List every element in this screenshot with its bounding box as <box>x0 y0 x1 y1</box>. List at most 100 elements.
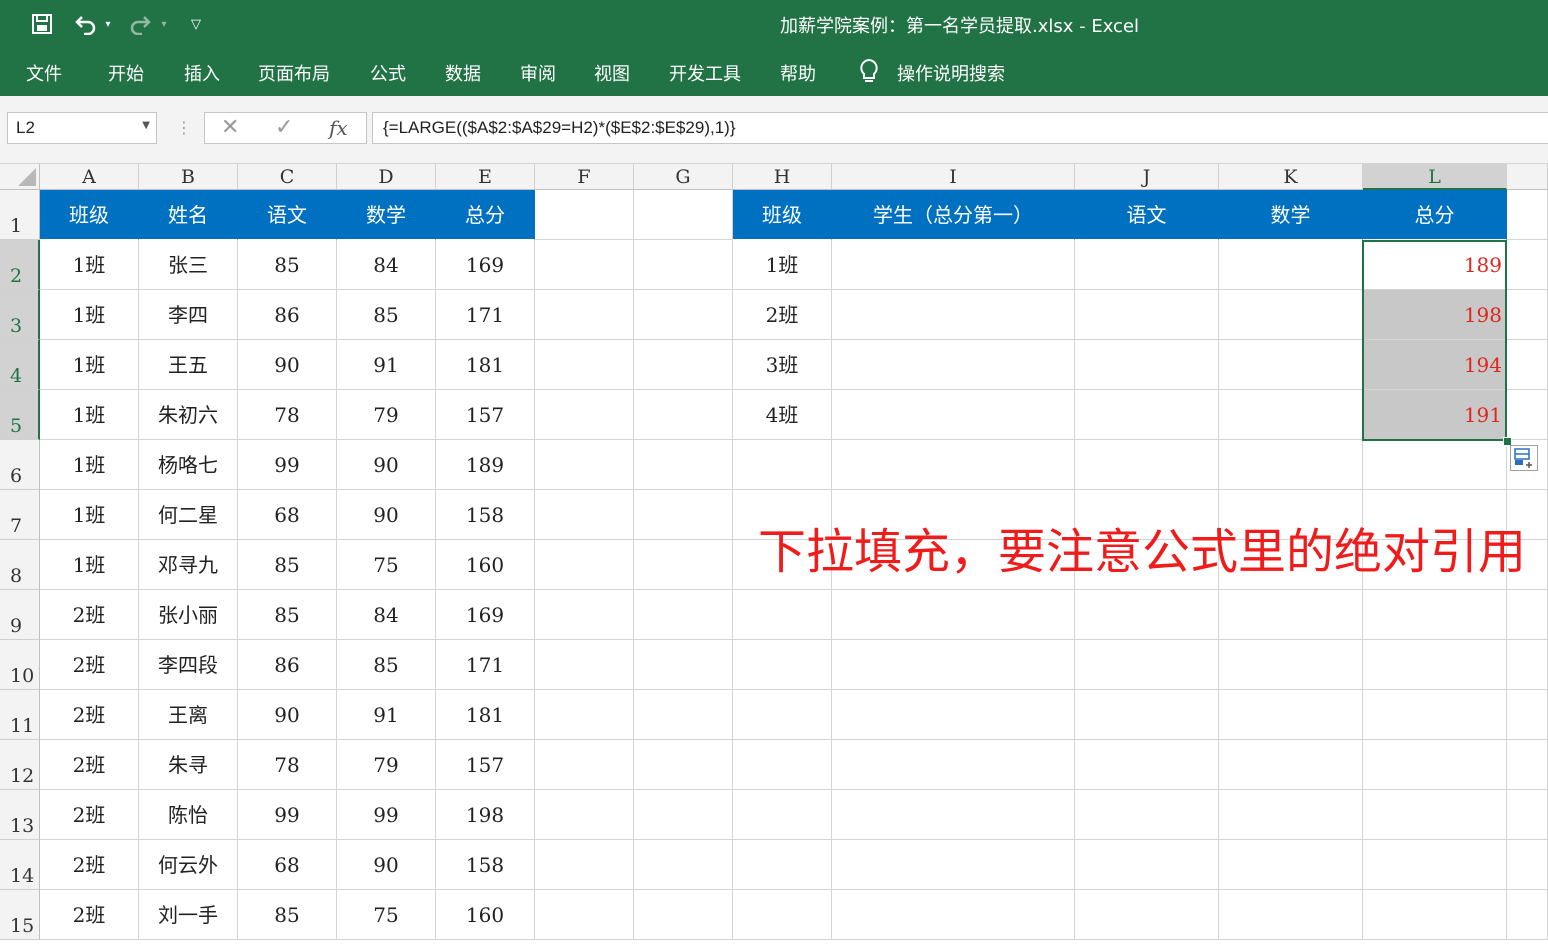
tab-formulas[interactable]: 公式 <box>370 60 406 86</box>
cell[interactable] <box>1507 590 1548 640</box>
cell[interactable]: 85 <box>238 590 337 640</box>
cell[interactable]: 朱初六 <box>139 390 238 440</box>
cell[interactable] <box>832 240 1075 290</box>
cell[interactable]: 79 <box>337 390 436 440</box>
cell[interactable]: 朱寻 <box>139 740 238 790</box>
column-header-j[interactable]: J <box>1075 164 1219 190</box>
cell[interactable] <box>634 440 733 490</box>
cell[interactable]: 90 <box>238 690 337 740</box>
cell[interactable] <box>535 640 634 690</box>
cancel-icon[interactable]: ✕ <box>221 115 239 140</box>
cell[interactable] <box>1075 640 1219 690</box>
cell[interactable]: 张三 <box>139 240 238 290</box>
select-all-button[interactable] <box>0 164 40 190</box>
cell[interactable]: 2班 <box>40 690 139 740</box>
cell[interactable] <box>1219 390 1363 440</box>
cell[interactable] <box>832 790 1075 840</box>
cell[interactable]: 3班 <box>733 340 832 390</box>
cell[interactable] <box>733 890 832 940</box>
cell[interactable]: 90 <box>337 440 436 490</box>
cell[interactable] <box>832 890 1075 940</box>
header-cell[interactable]: 语文 <box>1075 190 1219 240</box>
cell[interactable]: 王五 <box>139 340 238 390</box>
cell[interactable] <box>634 840 733 890</box>
cell[interactable]: 90 <box>337 840 436 890</box>
cell[interactable] <box>634 640 733 690</box>
tab-data[interactable]: 数据 <box>445 60 481 86</box>
tab-developer[interactable]: 开发工具 <box>669 60 741 86</box>
cell[interactable] <box>634 490 733 540</box>
cell[interactable]: 1班 <box>40 340 139 390</box>
result-cell[interactable]: 189 <box>1363 240 1507 290</box>
cell[interactable] <box>1075 290 1219 340</box>
cell[interactable]: 99 <box>337 790 436 840</box>
cell[interactable]: 158 <box>436 840 535 890</box>
cell[interactable]: 李四 <box>139 290 238 340</box>
row-header[interactable]: 4 <box>0 340 40 390</box>
column-header-l[interactable]: L <box>1363 164 1507 190</box>
redo-dropdown-icon[interactable]: ▾ <box>156 8 172 40</box>
cell[interactable] <box>634 390 733 440</box>
column-header-b[interactable]: B <box>139 164 238 190</box>
cell[interactable] <box>733 640 832 690</box>
cell[interactable]: 1班 <box>733 240 832 290</box>
cell[interactable]: 2班 <box>40 790 139 840</box>
cell[interactable] <box>1075 340 1219 390</box>
cell[interactable]: 1班 <box>40 540 139 590</box>
cell[interactable] <box>1075 840 1219 890</box>
cell[interactable] <box>535 590 634 640</box>
row-header[interactable]: 15 <box>0 890 40 940</box>
cell[interactable]: 68 <box>238 490 337 540</box>
header-cell[interactable]: 姓名 <box>139 190 238 240</box>
cell[interactable] <box>1075 390 1219 440</box>
cell[interactable] <box>832 590 1075 640</box>
column-header-i[interactable]: I <box>832 164 1075 190</box>
cell[interactable] <box>1075 440 1219 490</box>
cell[interactable] <box>832 340 1075 390</box>
splitter-dots-icon[interactable]: ⋮ <box>176 118 192 137</box>
cell[interactable]: 169 <box>436 590 535 640</box>
row-header[interactable]: 6 <box>0 440 40 490</box>
cell[interactable] <box>1507 740 1548 790</box>
column-header-g[interactable]: G <box>634 164 733 190</box>
cell[interactable]: 1班 <box>40 240 139 290</box>
cell[interactable] <box>1507 290 1548 340</box>
cell[interactable]: 171 <box>436 640 535 690</box>
cell[interactable] <box>1507 890 1548 940</box>
cell[interactable]: 2班 <box>40 740 139 790</box>
cell[interactable] <box>634 890 733 940</box>
cell[interactable]: 杨咯七 <box>139 440 238 490</box>
cell[interactable]: 2班 <box>733 290 832 340</box>
cell[interactable]: 何云外 <box>139 840 238 890</box>
cell[interactable]: 85 <box>238 890 337 940</box>
row-header[interactable]: 10 <box>0 640 40 690</box>
cell[interactable] <box>1219 790 1363 840</box>
cell[interactable] <box>1219 890 1363 940</box>
cell[interactable] <box>1507 640 1548 690</box>
cell[interactable] <box>535 190 634 240</box>
header-cell[interactable]: 总分 <box>1363 190 1507 240</box>
column-header-h[interactable]: H <box>733 164 832 190</box>
tab-file[interactable]: 文件 <box>26 60 62 86</box>
cell[interactable] <box>1219 740 1363 790</box>
undo-icon[interactable] <box>70 8 102 40</box>
tab-insert[interactable]: 插入 <box>184 60 220 86</box>
cell[interactable] <box>535 240 634 290</box>
cell[interactable]: 85 <box>337 640 436 690</box>
tab-review[interactable]: 审阅 <box>520 60 556 86</box>
cell[interactable] <box>634 190 733 240</box>
cell[interactable]: 90 <box>337 490 436 540</box>
cell[interactable]: 181 <box>436 340 535 390</box>
cell[interactable] <box>1219 240 1363 290</box>
row-header[interactable]: 7 <box>0 490 40 540</box>
cell[interactable] <box>535 840 634 890</box>
cell[interactable] <box>733 840 832 890</box>
header-cell[interactable]: 总分 <box>436 190 535 240</box>
column-header-k[interactable]: K <box>1219 164 1363 190</box>
cell[interactable]: 160 <box>436 540 535 590</box>
cell[interactable] <box>634 690 733 740</box>
cell[interactable]: 68 <box>238 840 337 890</box>
cell[interactable]: 1班 <box>40 290 139 340</box>
cell[interactable] <box>1507 240 1548 290</box>
name-box[interactable]: L2 ▼ <box>7 112 157 144</box>
